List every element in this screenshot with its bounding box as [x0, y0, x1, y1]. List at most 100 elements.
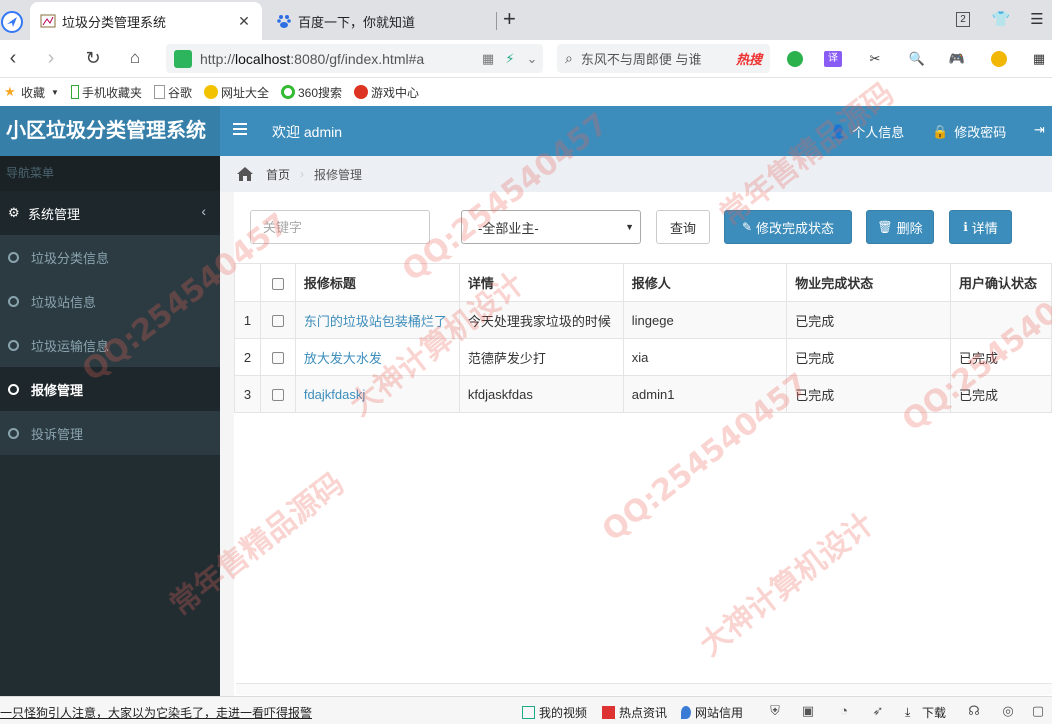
- delete-button[interactable]: 🗑 删除: [866, 210, 934, 244]
- column-header-user-status[interactable]: 用户确认状态: [949, 263, 1052, 302]
- security-shield-icon[interactable]: ⛨: [767, 703, 783, 719]
- column-header-detail[interactable]: 详情: [458, 263, 624, 302]
- browser-status-bar: 一只怪狗引人注意，大家以为它染毛了，走进一看吓得报警 我的视频 热点资讯 网站信…: [0, 696, 1052, 724]
- shield-icon: [681, 706, 691, 719]
- site-security-icon[interactable]: [174, 49, 192, 68]
- scissors-icon[interactable]: ✂: [862, 48, 888, 70]
- close-tab-icon[interactable]: ✕: [236, 13, 252, 30]
- repair-title-link[interactable]: fdajkfdaskj: [304, 387, 365, 402]
- row-checkbox[interactable]: [259, 375, 296, 413]
- skin-shirt-icon[interactable]: 👕: [990, 8, 1012, 30]
- table-row[interactable]: 3 fdajkfdaskj kfdjaskfdas admin1 已完成 已完成: [234, 375, 1052, 413]
- hot-news-link[interactable]: 热点资讯: [602, 704, 667, 721]
- change-password-link[interactable]: 🔒 修改密码: [932, 122, 1006, 141]
- tab-baidu[interactable]: 百度一下，你就知道: [266, 2, 496, 40]
- sidebar-item-garbage-category[interactable]: 垃圾分类信息: [0, 235, 220, 279]
- detail-button[interactable]: ℹ 详情: [949, 210, 1012, 244]
- user-icon: 👤: [830, 123, 847, 139]
- sidebar-item-complaint[interactable]: 投诉管理: [0, 411, 220, 455]
- logout-icon[interactable]: ⇥: [1034, 122, 1045, 138]
- search-box[interactable]: ⌕ 东风不与周郎便 与谁 热搜: [557, 44, 770, 73]
- sidebar-toggle-icon[interactable]: [233, 123, 247, 139]
- site-credit-link[interactable]: 网站信用: [681, 704, 743, 721]
- owner-select-value: -全部业主-: [478, 220, 539, 236]
- new-tab-button[interactable]: +: [503, 8, 523, 32]
- chevron-down-icon[interactable]: ⌄: [521, 51, 543, 67]
- column-header-title[interactable]: 报修标题: [294, 263, 460, 302]
- browser-logo-icon[interactable]: [0, 6, 28, 34]
- window-icon[interactable]: ▢: [1030, 703, 1046, 719]
- download-link[interactable]: ⤓ 下载: [905, 704, 946, 721]
- bookmark-360[interactable]: 360搜索: [280, 84, 342, 101]
- wechat-icon[interactable]: [782, 48, 808, 70]
- hot-search-badge[interactable]: 热搜: [736, 49, 762, 68]
- sidebar-item-repair[interactable]: 报修管理: [0, 367, 220, 411]
- reload-icon[interactable]: ↻: [82, 47, 104, 69]
- repair-title-link[interactable]: 放大发大水发: [304, 351, 382, 366]
- modify-status-button[interactable]: ✎ 修改完成状态: [724, 210, 852, 244]
- main-content: 首页 › 报修管理 -全部业主- ▼ 查询 ✎修改完成状态 🗑删除 ℹ详情 报修…: [220, 156, 1052, 696]
- gamepad-icon[interactable]: 🎮: [944, 48, 970, 70]
- apps-grid-icon[interactable]: ▦: [1026, 48, 1052, 70]
- menu-icon[interactable]: ☰: [1026, 8, 1048, 30]
- sidebar-group-system[interactable]: ⚙ 系统管理 ‹: [0, 191, 220, 235]
- lightning-icon[interactable]: ⚡: [499, 51, 521, 67]
- select-all-checkbox[interactable]: [259, 263, 296, 302]
- column-header-property-status[interactable]: 物业完成状态: [786, 263, 951, 302]
- trash-icon: 🗑: [877, 220, 893, 234]
- sidebar-item-label: 投诉管理: [31, 426, 84, 442]
- row-checkbox[interactable]: [259, 338, 296, 376]
- repair-title-link[interactable]: 东门的垃圾站包装桶烂了: [304, 314, 447, 329]
- bookmark-hao[interactable]: 网址大全: [203, 84, 269, 101]
- sidebar-item-garbage-transport[interactable]: 垃圾运输信息: [0, 323, 220, 367]
- tab-garbage-system[interactable]: 垃圾分类管理系统 ✕: [30, 2, 262, 40]
- user-status-cell: 已完成: [949, 338, 1052, 376]
- profile-link[interactable]: 👤 个人信息: [830, 122, 904, 141]
- address-bar[interactable]: http://localhost:8080/gf/index.html#a ▦ …: [166, 44, 543, 73]
- breadcrumb-home[interactable]: 首页: [266, 166, 290, 183]
- sidebar-item-label: 垃圾分类信息: [31, 250, 110, 266]
- back-icon[interactable]: ‹: [2, 47, 24, 69]
- horizontal-scrollbar[interactable]: [236, 683, 1052, 695]
- bookmark-mobile[interactable]: 手机收藏夹: [70, 84, 142, 101]
- bookmark-favorites[interactable]: ★ 收藏 ▼: [4, 84, 59, 101]
- rocket-icon[interactable]: ➶: [870, 703, 886, 719]
- my-videos-link[interactable]: 我的视频: [522, 704, 587, 721]
- bookmark-games[interactable]: 游戏中心: [354, 84, 419, 101]
- baidu-favicon-icon: [277, 15, 291, 28]
- owner-select[interactable]: -全部业主- ▼: [461, 210, 641, 244]
- circle-icon: [8, 251, 19, 263]
- row-checkbox[interactable]: [259, 301, 296, 339]
- bookmark-google[interactable]: 谷歌: [153, 84, 192, 101]
- home-icon[interactable]: [236, 166, 254, 182]
- home-icon[interactable]: ⌂: [124, 47, 146, 69]
- coin-icon[interactable]: [986, 48, 1012, 70]
- breadcrumb-separator: ›: [300, 167, 305, 181]
- browser-icon[interactable]: ◎: [1000, 703, 1016, 719]
- breadcrumb: 首页 › 报修管理: [220, 156, 1052, 192]
- sidebar-item-garbage-station[interactable]: 垃圾站信息: [0, 279, 220, 323]
- speed-icon[interactable]: ◔: [836, 703, 852, 719]
- query-button[interactable]: 查询: [656, 210, 710, 244]
- qr-code-icon[interactable]: ▦: [477, 51, 499, 67]
- content-gutter: [220, 192, 234, 696]
- circle-icon: [8, 339, 19, 351]
- image-icon[interactable]: ▣: [800, 703, 816, 719]
- magnifier-icon[interactable]: 🔍: [904, 48, 930, 70]
- column-header-reporter[interactable]: 报修人: [622, 263, 788, 302]
- forward-icon[interactable]: ›: [40, 47, 62, 69]
- info-icon: ℹ: [963, 220, 968, 234]
- translate-icon[interactable]: 译: [820, 48, 846, 70]
- table-row[interactable]: 1 东门的垃圾站包装桶烂了 今天处理我家垃圾的时候 lingege 已完成: [234, 301, 1052, 339]
- breadcrumb-current: 报修管理: [314, 167, 363, 182]
- app-brand[interactable]: 小区垃圾分类管理系统: [0, 106, 220, 156]
- headset-icon[interactable]: ☊: [966, 703, 982, 719]
- page-favicon-icon: [40, 14, 56, 28]
- app-header: 小区垃圾分类管理系统 欢迎 admin 👤 个人信息 🔒 修改密码 ⇥: [0, 106, 1052, 156]
- sidebar-group-label: 系统管理: [28, 206, 81, 222]
- keyword-input[interactable]: [250, 210, 430, 244]
- table-row[interactable]: 2 放大发大水发 范德萨发少打 xia 已完成 已完成: [234, 338, 1052, 376]
- row-number: 1: [234, 301, 261, 339]
- tab-count-button[interactable]: 2: [952, 8, 974, 30]
- news-ticker-link[interactable]: 一只怪狗引人注意，大家以为它染毛了，走进一看吓得报警: [0, 704, 330, 721]
